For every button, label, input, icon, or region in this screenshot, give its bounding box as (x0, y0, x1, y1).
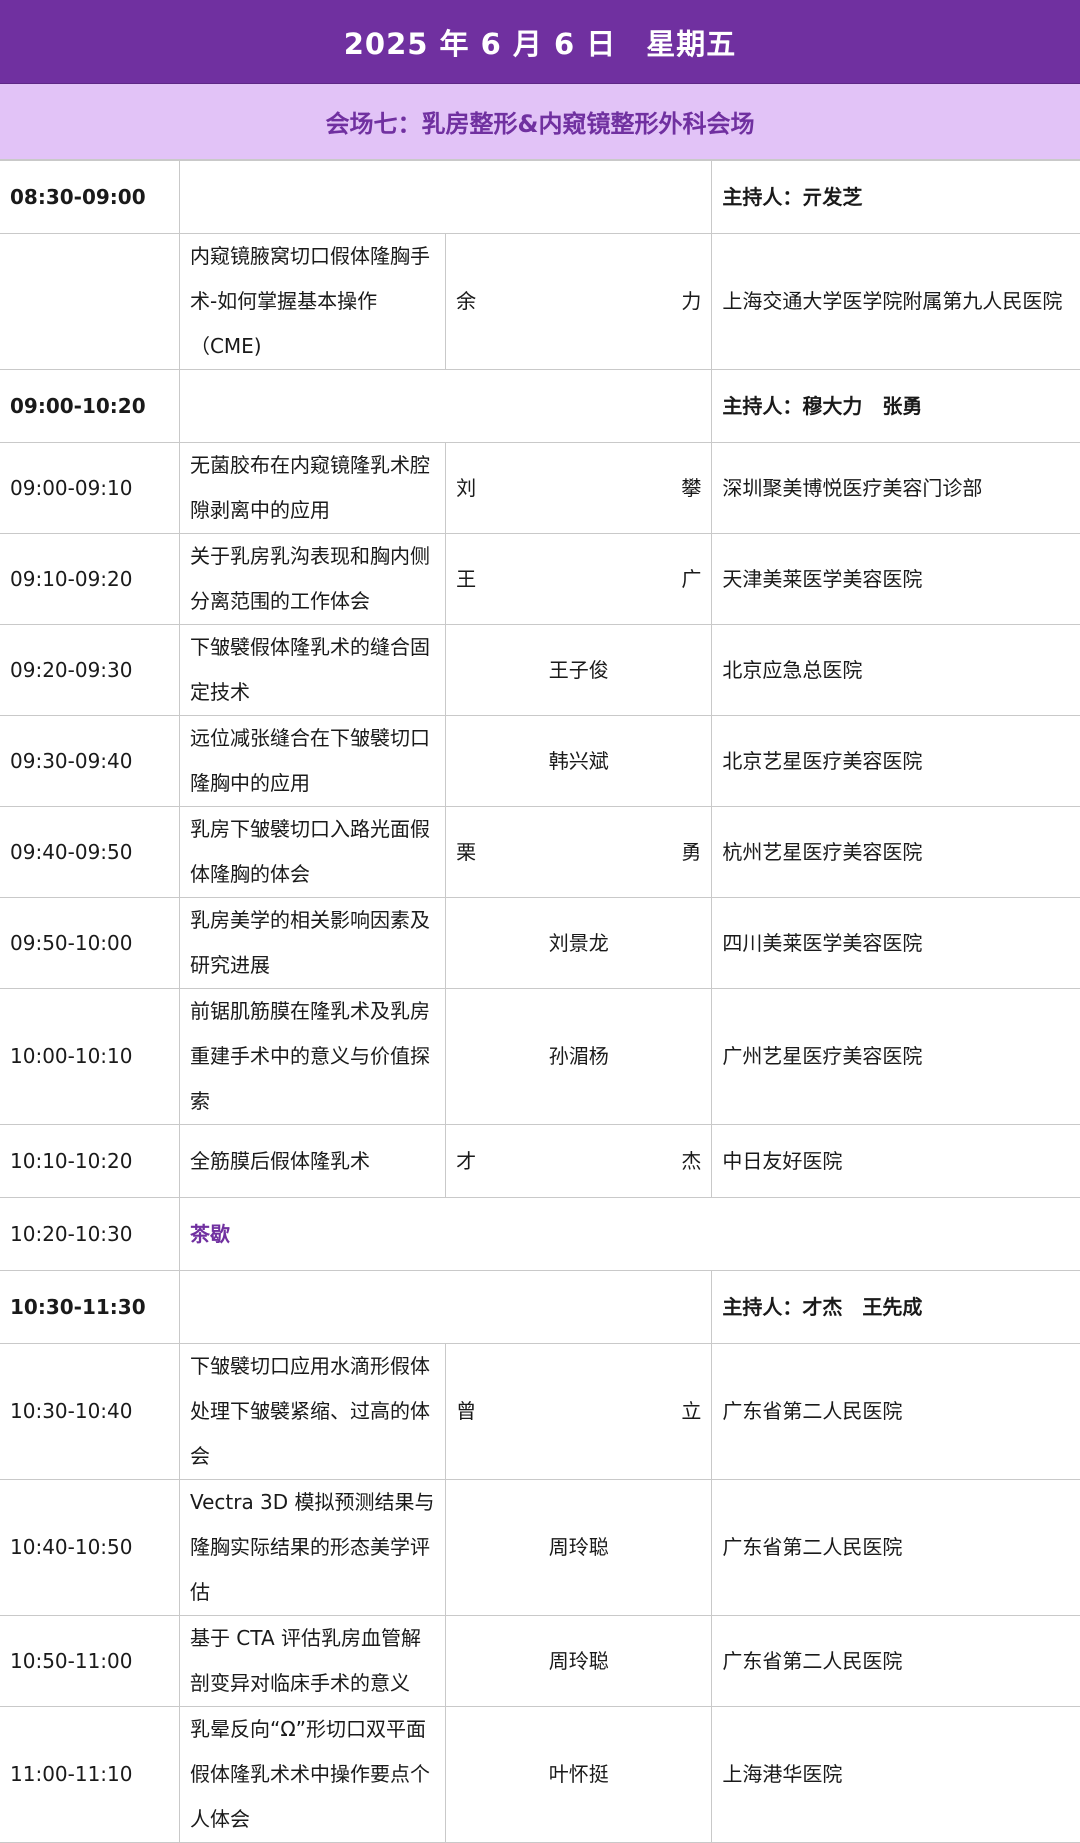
talk-time: 10:40-10:50 (0, 1479, 180, 1616)
talk-institution: 中日友好医院 (711, 1124, 1080, 1198)
talk-time: 09:10-09:20 (0, 533, 180, 625)
session-blank (179, 1270, 713, 1344)
break-label: 茶歇 (179, 1197, 1080, 1271)
talk-speaker: 叶怀挺 (445, 1706, 713, 1843)
talk-speaker: 韩兴斌 (445, 715, 713, 807)
table-row: 10:40-10:50 Vectra 3D 模拟预测结果与隆胸实际结果的形态美学… (0, 1479, 1080, 1616)
date-header: 2025 年 6 月 6 日 星期五 (0, 0, 1080, 84)
table-row: 09:10-09:20 关于乳房乳沟表现和胸内侧分离范围的工作体会 王广 天津美… (0, 533, 1080, 625)
table-row: 10:00-10:10 前锯肌筋膜在隆乳术及乳房重建手术中的意义与价值探索 孙湄… (0, 988, 1080, 1125)
table-row: 09:30-09:40 远位减张缝合在下皱襞切口隆胸中的应用 韩兴斌 北京艺星医… (0, 715, 1080, 807)
session-time: 09:00-10:20 (0, 369, 180, 443)
table-row: 内窥镜腋窝切口假体隆胸手术-如何掌握基本操作（CME) 余力 上海交通大学医学院… (0, 233, 1080, 370)
talk-speaker: 王广 (445, 533, 713, 625)
talk-institution: 广州艺星医疗美容医院 (711, 988, 1080, 1125)
venue-header: 会场七：乳房整形&内窥镜整形外科会场 (0, 84, 1080, 160)
break-row: 10:20-10:30 茶歇 (0, 1197, 1080, 1271)
session-host: 主持人：穆大力 张勇 (711, 369, 1080, 443)
talk-topic: 下皱襞切口应用水滴形假体处理下皱襞紧缩、过高的体会 (179, 1343, 447, 1480)
talk-institution: 广东省第二人民医院 (711, 1615, 1080, 1707)
talk-speaker: 刘攀 (445, 442, 713, 534)
table-row: 10:30-10:40 下皱襞切口应用水滴形假体处理下皱襞紧缩、过高的体会 曾立… (0, 1343, 1080, 1480)
talk-speaker: 刘景龙 (445, 897, 713, 989)
talk-time: 10:30-10:40 (0, 1343, 180, 1480)
talk-speaker: 曾立 (445, 1343, 713, 1480)
talk-topic: Vectra 3D 模拟预测结果与隆胸实际结果的形态美学评估 (179, 1479, 447, 1616)
table-row: 09:20-09:30 下皱襞假体隆乳术的缝合固定技术 王子俊 北京应急总医院 (0, 624, 1080, 716)
session-blank (179, 160, 713, 234)
session-row: 08:30-09:00 主持人：亓发芝 (0, 160, 1080, 234)
talk-institution: 广东省第二人民医院 (711, 1479, 1080, 1616)
talk-institution: 广东省第二人民医院 (711, 1343, 1080, 1480)
table-row: 09:00-09:10 无菌胶布在内窥镜隆乳术腔隙剥离中的应用 刘攀 深圳聚美博… (0, 442, 1080, 534)
table-row: 11:00-11:10 乳晕反向“Ω”形切口双平面假体隆乳术术中操作要点个人体会… (0, 1706, 1080, 1843)
session-blank (179, 369, 713, 443)
talk-time: 10:50-11:00 (0, 1615, 180, 1707)
talk-time: 11:00-11:10 (0, 1706, 180, 1843)
break-time: 10:20-10:30 (0, 1197, 180, 1271)
session-row: 10:30-11:30 主持人：才杰 王先成 (0, 1270, 1080, 1344)
talk-time: 09:30-09:40 (0, 715, 180, 807)
talk-institution: 上海港华医院 (711, 1706, 1080, 1843)
talk-speaker: 孙湄杨 (445, 988, 713, 1125)
table-row: 10:50-11:00 基于 CTA 评估乳房血管解剖变异对临床手术的意义 周玲… (0, 1615, 1080, 1707)
talk-speaker: 栗勇 (445, 806, 713, 898)
talk-topic: 基于 CTA 评估乳房血管解剖变异对临床手术的意义 (179, 1615, 447, 1707)
session-host: 主持人：亓发芝 (711, 160, 1080, 234)
talk-topic: 前锯肌筋膜在隆乳术及乳房重建手术中的意义与价值探索 (179, 988, 447, 1125)
talk-topic: 乳房下皱襞切口入路光面假体隆胸的体会 (179, 806, 447, 898)
talk-institution: 天津美莱医学美容医院 (711, 533, 1080, 625)
talk-institution: 上海交通大学医学院附属第九人民医院 (711, 233, 1080, 370)
talk-time: 10:00-10:10 (0, 988, 180, 1125)
session-time: 08:30-09:00 (0, 160, 180, 234)
talk-institution: 北京应急总医院 (711, 624, 1080, 716)
schedule-table: 08:30-09:00 主持人：亓发芝 内窥镜腋窝切口假体隆胸手术-如何掌握基本… (0, 160, 1080, 1843)
talk-institution: 深圳聚美博悦医疗美容门诊部 (711, 442, 1080, 534)
talk-topic: 下皱襞假体隆乳术的缝合固定技术 (179, 624, 447, 716)
talk-time: 09:40-09:50 (0, 806, 180, 898)
talk-speaker: 周玲聪 (445, 1615, 713, 1707)
talk-time (0, 233, 180, 370)
talk-time: 09:50-10:00 (0, 897, 180, 989)
talk-institution: 杭州艺星医疗美容医院 (711, 806, 1080, 898)
talk-topic: 乳晕反向“Ω”形切口双平面假体隆乳术术中操作要点个人体会 (179, 1706, 447, 1843)
talk-time: 09:00-09:10 (0, 442, 180, 534)
table-row: 09:40-09:50 乳房下皱襞切口入路光面假体隆胸的体会 栗勇 杭州艺星医疗… (0, 806, 1080, 898)
table-row: 09:50-10:00 乳房美学的相关影响因素及研究进展 刘景龙 四川美莱医学美… (0, 897, 1080, 989)
talk-time: 09:20-09:30 (0, 624, 180, 716)
talk-time: 10:10-10:20 (0, 1124, 180, 1198)
talk-topic: 无菌胶布在内窥镜隆乳术腔隙剥离中的应用 (179, 442, 447, 534)
talk-topic: 关于乳房乳沟表现和胸内侧分离范围的工作体会 (179, 533, 447, 625)
session-host: 主持人：才杰 王先成 (711, 1270, 1080, 1344)
talk-institution: 北京艺星医疗美容医院 (711, 715, 1080, 807)
talk-topic: 内窥镜腋窝切口假体隆胸手术-如何掌握基本操作（CME) (179, 233, 447, 370)
talk-institution: 四川美莱医学美容医院 (711, 897, 1080, 989)
talk-speaker: 王子俊 (445, 624, 713, 716)
talk-topic: 乳房美学的相关影响因素及研究进展 (179, 897, 447, 989)
talk-topic: 全筋膜后假体隆乳术 (179, 1124, 447, 1198)
session-row: 09:00-10:20 主持人：穆大力 张勇 (0, 369, 1080, 443)
session-time: 10:30-11:30 (0, 1270, 180, 1344)
talk-topic: 远位减张缝合在下皱襞切口隆胸中的应用 (179, 715, 447, 807)
talk-speaker: 周玲聪 (445, 1479, 713, 1616)
talk-speaker: 才杰 (445, 1124, 713, 1198)
table-row: 10:10-10:20 全筋膜后假体隆乳术 才杰 中日友好医院 (0, 1124, 1080, 1198)
talk-speaker: 余力 (445, 233, 713, 370)
